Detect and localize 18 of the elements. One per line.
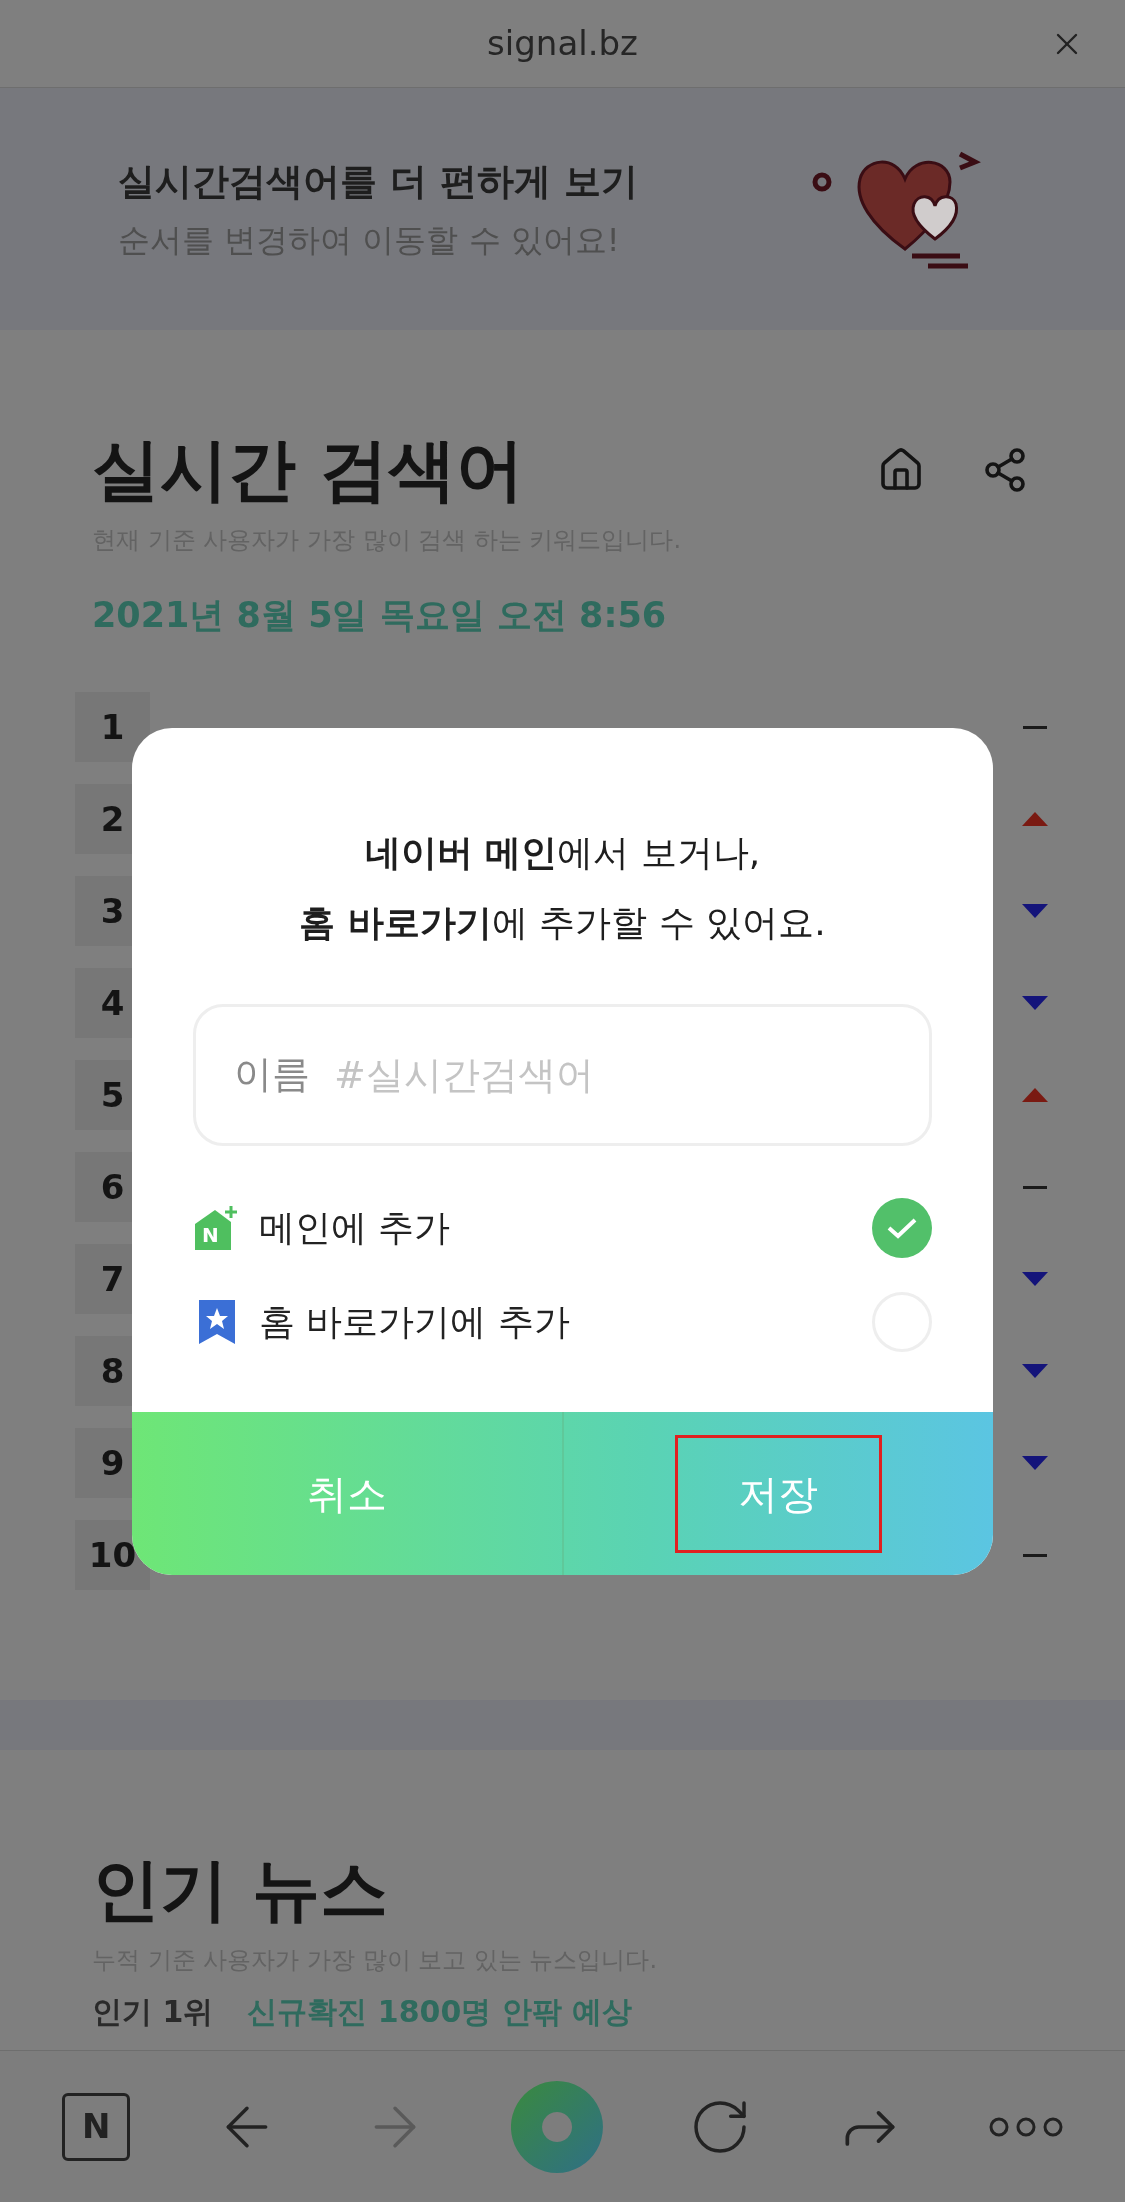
option-label: 홈 바로가기에 추가 [259, 1300, 571, 1344]
option-checkbox[interactable] [872, 1198, 932, 1258]
naver-button[interactable]: N [62, 2092, 131, 2161]
cancel-button[interactable]: 취소 [243, 1434, 451, 1553]
news-rank: 인기 1위 [92, 1993, 214, 2031]
date-text: 2021년 8월 5일 목요일 오전 8:56 [92, 594, 668, 637]
banner-title: 실시간검색어를 더 편하게 보기 [118, 159, 638, 206]
section-title: 실시간 검색어 [92, 430, 524, 510]
dialog-message: 네이버 메인에서 보거나, 홈 바로가기에 추가할 수 있어요. [298, 831, 827, 945]
page-title: signal.bz [487, 22, 638, 65]
section-title: 인기 뉴스 [92, 1850, 389, 1930]
save-button[interactable]: 저장 [674, 1434, 882, 1553]
option-label: 메인에 추가 [259, 1206, 452, 1250]
news-headline[interactable]: 신규확진 1800명 안팎 예상 [247, 1989, 633, 2034]
field-label: 이름 [234, 1051, 310, 1098]
more-icon[interactable] [988, 2116, 1063, 2137]
bookmark-star-icon [197, 1298, 237, 1346]
check-icon [887, 1217, 917, 1239]
